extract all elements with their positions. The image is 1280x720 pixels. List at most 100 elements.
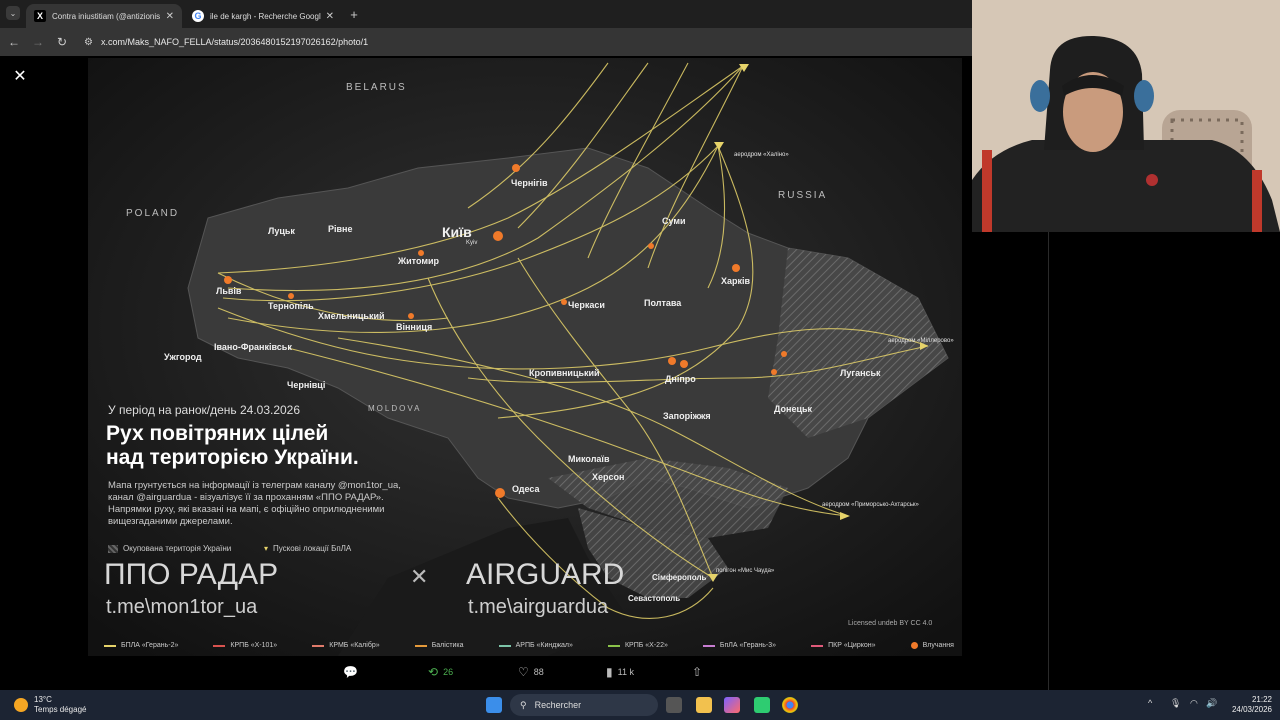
close-tab-icon[interactable]: ✕ <box>166 11 174 22</box>
clock-date: 24/03/2026 <box>1231 705 1272 714</box>
site-info-icon[interactable]: ⚙ <box>84 37 93 48</box>
reload-icon[interactable]: ↻ <box>54 34 70 50</box>
browser-tab-bar: ⌄ X Contra iniustitiam (@antizionis ✕ G … <box>0 0 972 28</box>
brand-airguard: AIRGUARD <box>466 558 625 591</box>
reply-icon: 💬 <box>343 665 358 679</box>
country-label-russia: RUSSIA <box>778 190 828 201</box>
city-label-kyiv: Київ <box>442 224 472 240</box>
bar-chart-icon: ▮ <box>606 665 613 679</box>
legend-item: АРПБ «Кинджал» <box>498 642 573 649</box>
legend-swatch <box>213 644 226 647</box>
launch-pin-icon: ▾ <box>264 544 269 553</box>
tab-list-button[interactable]: ⌄ <box>6 6 20 20</box>
city-label-ivano-frankivsk: Івано-Франківськ <box>214 342 292 352</box>
legend-swatch <box>498 644 511 647</box>
legend-item: КРМБ «Калібр» <box>312 642 380 649</box>
taskbar: 13°C Temps dégagé ⚲ Rechercher ^ 🎙 ◠ 🔊 2… <box>0 690 1280 720</box>
city-label-sumy: Суми <box>662 216 686 226</box>
repost-icon: ⟲ <box>428 665 439 679</box>
brand-separator: ✕ <box>410 564 429 589</box>
url-text: x.com/Maks_NAFO_FELLA/status/20364801521… <box>100 37 369 47</box>
legend-occupied: Окупована територія України <box>108 544 231 553</box>
city-label-rivne: Рівне <box>328 224 353 234</box>
search-icon: ⚲ <box>520 699 527 710</box>
views-button[interactable]: ▮ 11 k <box>606 665 634 679</box>
city-label-kropyvnytskyi: Кропивницький <box>529 368 600 378</box>
tray-chevron-icon[interactable]: ^ <box>1148 698 1152 708</box>
app-icon[interactable] <box>754 697 770 713</box>
legend-item: ПКР «Циркон» <box>811 642 876 649</box>
close-viewer-icon[interactable]: ✕ <box>10 66 30 86</box>
engagement-bar: 💬 ⟲ 26 ♡ 88 ▮ 11 k ⇧ <box>88 660 962 688</box>
airfield-label-millerovo: аеродром «Міллерово» <box>888 338 954 344</box>
city-sublabel-kyiv: Kyiv <box>466 240 478 246</box>
city-label-mykolaiv: Миколаїв <box>568 454 610 464</box>
volume-icon[interactable]: 🔊 <box>1206 698 1217 709</box>
brand-ppo-link: t.me\mon1tor_ua <box>106 596 258 618</box>
tab-title: Contra iniustitiam (@antizionis <box>52 11 161 21</box>
back-arrow-icon[interactable]: ← <box>6 34 22 50</box>
windows-start-icon[interactable] <box>486 697 502 713</box>
reply-button[interactable]: 💬 <box>343 665 363 679</box>
share-button[interactable]: ⇧ <box>692 665 707 679</box>
right-panel <box>972 232 1280 690</box>
tab-title: ile de kargh - Recherche Googl <box>210 11 321 21</box>
city-label-dnipro: Дніпро <box>665 374 696 384</box>
legend-swatch <box>414 644 427 647</box>
city-label-ternopil: Тернопіль <box>268 301 314 311</box>
city-label-lutsk: Луцьк <box>268 226 295 236</box>
legend-item: БпЛА «Герань-3» <box>702 642 776 649</box>
weather-sun-icon <box>14 698 28 712</box>
weather-desc: Temps dégagé <box>34 705 87 714</box>
legend-item: Балістика <box>414 642 464 649</box>
city-label-vinnytsia: Вінниця <box>396 322 433 332</box>
address-bar-row: ← → ↻ ⚙ x.com/Maks_NAFO_FELLA/status/203… <box>0 28 972 56</box>
city-label-chernivtsi: Чернівці <box>287 380 326 390</box>
microphone-icon[interactable]: 🎙 <box>1170 698 1181 709</box>
brand-ppo-radar: ППО РАДАР <box>104 558 279 591</box>
legend-item: БПЛА «Герань-2» <box>104 642 178 649</box>
panel-divider <box>1048 232 1049 690</box>
url-field[interactable]: ⚙ x.com/Maks_NAFO_FELLA/status/203648015… <box>84 32 964 52</box>
like-button[interactable]: ♡ 88 <box>518 665 544 679</box>
city-label-cherkasy: Черкаси <box>568 300 605 310</box>
share-icon: ⇧ <box>692 665 703 679</box>
browser-tab[interactable]: G ile de kargh - Recherche Googl ✕ <box>184 4 342 28</box>
repost-button[interactable]: ⟲ 26 <box>428 665 453 679</box>
map-image: BELARUS POLAND RUSSIA MOLDOVA Київ Kyiv … <box>88 58 962 656</box>
browser-tab-active[interactable]: X Contra iniustitiam (@antizionis ✕ <box>26 4 182 28</box>
google-logo-icon: G <box>192 10 204 22</box>
legend-item: Влучання <box>910 642 954 649</box>
close-tab-icon[interactable]: ✕ <box>326 11 334 22</box>
map-description: Мапа грунтується на інформації із телегр… <box>108 480 401 527</box>
city-label-zhytomyr: Житомир <box>398 256 440 266</box>
legend-swatch <box>104 644 116 647</box>
airfield-label-chauda: полігон «Мис Чауда» <box>716 568 775 574</box>
city-label-luhansk: Луганськ <box>840 368 881 378</box>
city-label-donetsk: Донецьк <box>774 404 813 414</box>
country-label-poland: POLAND <box>126 208 180 219</box>
heart-icon: ♡ <box>518 665 529 679</box>
new-tab-button[interactable]: + <box>346 6 362 22</box>
task-view-icon[interactable] <box>666 697 682 713</box>
legend-launch: ▾ Пускові локації БпЛА <box>264 544 352 553</box>
city-label-uzhhorod: Ужгород <box>164 352 202 362</box>
chrome-icon[interactable] <box>782 697 798 713</box>
legend-swatch <box>312 644 325 647</box>
map-title-line1: Рух повітряних цілей <box>106 422 329 445</box>
taskbar-search[interactable]: ⚲ Rechercher <box>510 694 658 716</box>
city-label-khmelnytskyi: Хмельницький <box>318 311 385 321</box>
copilot-icon[interactable] <box>724 697 740 713</box>
clock[interactable]: 21:22 24/03/2026 <box>1222 695 1272 715</box>
city-label-poltava: Полтава <box>644 298 682 308</box>
weather-widget[interactable]: 13°C Temps dégagé <box>14 695 86 715</box>
file-explorer-icon[interactable] <box>696 697 712 713</box>
forward-arrow-icon[interactable]: → <box>30 34 46 50</box>
license-text: Licensed undeb BY CC 4.0 <box>848 620 933 627</box>
date-line: У період на ранок/день 24.03.2026 <box>108 403 301 417</box>
airfield-label-primorsko: аеродром «Приморсько-Ахтарськ» <box>822 502 919 508</box>
legend-swatch <box>607 644 620 647</box>
legend-item: КРПБ «Х-22» <box>607 642 668 649</box>
wifi-icon[interactable]: ◠ <box>1190 698 1198 709</box>
city-label-kharkiv: Харків <box>721 276 751 286</box>
